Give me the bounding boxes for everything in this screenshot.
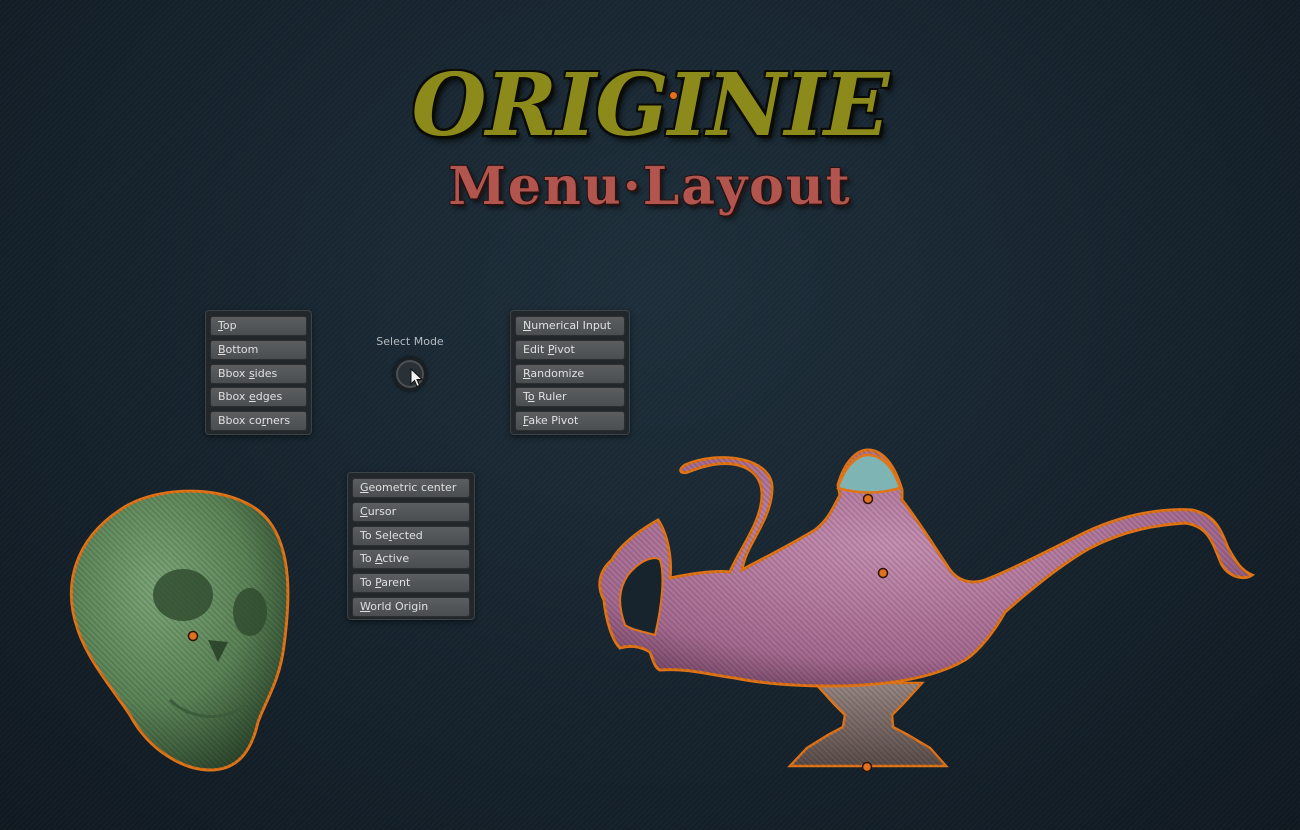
- viewport-objects: [70, 448, 1256, 773]
- lamp-lid: [836, 453, 902, 494]
- lamp-origin-dot: [877, 567, 889, 579]
- lamp-object[interactable]: [598, 448, 1256, 688]
- lamp-lid-origin-dot: [862, 493, 874, 505]
- skull-object[interactable]: [70, 489, 290, 772]
- lamp-base[interactable]: [787, 681, 949, 768]
- lamp-base-origin-dot: [861, 761, 873, 773]
- skull-origin-dot: [187, 630, 199, 642]
